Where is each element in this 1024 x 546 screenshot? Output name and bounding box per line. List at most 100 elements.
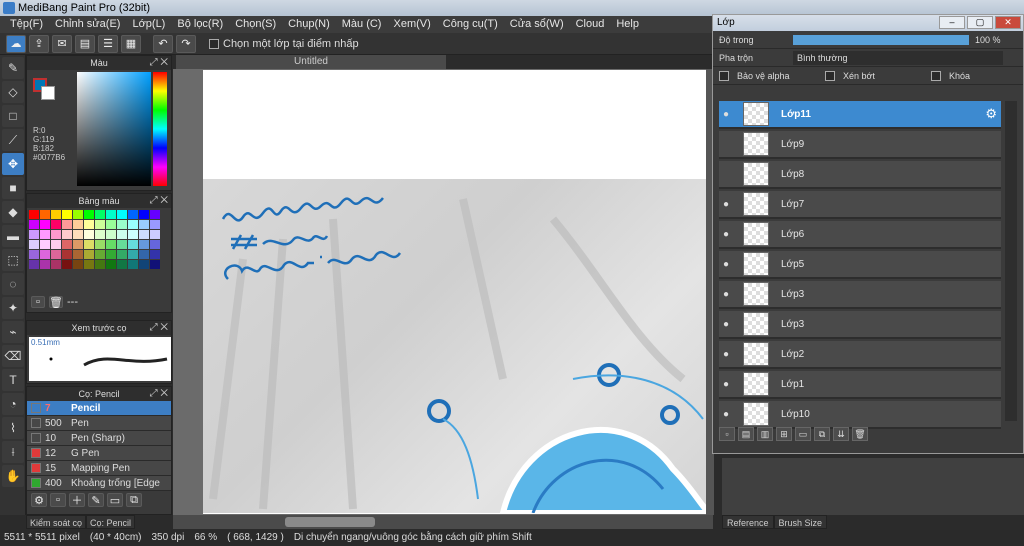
palette-swatch[interactable] [40,250,50,259]
palette-swatch[interactable] [139,210,149,219]
palette-swatch[interactable] [29,240,39,249]
palette-swatch[interactable] [139,220,149,229]
new-brush-icon[interactable]: ▫ [50,493,66,507]
hand-tool-icon[interactable]: ✋ [2,465,24,487]
palette-swatch[interactable] [139,260,149,269]
scrollbar-thumb[interactable] [285,517,375,527]
panel-close-icon[interactable]: ⤢ ✕ [150,56,168,70]
layer-visibility-icon[interactable]: ● [719,289,733,300]
panel-close-icon[interactable]: ⤢ ✕ [150,387,168,401]
palette-swatch[interactable] [95,210,105,219]
note-icon[interactable]: ▤ [75,34,95,53]
copy-icon[interactable]: ⧉ [126,493,142,507]
brush-item[interactable]: 10 Pen (Sharp) [27,431,171,446]
palette-swatch[interactable] [40,230,50,239]
palette-swatch[interactable] [84,250,94,259]
palette-swatch[interactable] [106,230,116,239]
brush-item[interactable]: 400 Khoảng trống [Edge [27,476,171,491]
tab-brush-size[interactable]: Brush Size [773,515,828,529]
select-eraser-tool-icon[interactable]: ⌫ [2,345,24,367]
dot-tool-icon[interactable]: ⟋ [2,129,24,151]
palette-swatch[interactable] [150,210,160,219]
layer-row[interactable]: ● Lớp3 [719,311,1001,339]
palette-swatch[interactable] [117,260,127,269]
palette-swatch[interactable] [128,260,138,269]
layer-list-scrollbar[interactable] [1005,101,1017,421]
clip-checkbox[interactable] [825,70,835,81]
layer-visibility-icon[interactable]: ● [719,379,733,390]
layer-row[interactable]: ● Lớp1 [719,371,1001,399]
menu-item-1[interactable]: Chỉnh sửa(E) [49,16,126,33]
delete-palette-icon[interactable]: 🗑 [49,296,63,309]
layer-visibility-icon[interactable]: ● [719,259,733,270]
layer-row[interactable]: ● Lớp3 [719,281,1001,309]
layer-visibility-icon[interactable]: ● [719,109,733,120]
cloud-icon[interactable]: ☁ [6,34,26,53]
menu-item-7[interactable]: Xem(V) [387,16,436,33]
lock-checkbox[interactable] [931,70,941,81]
palette-swatch[interactable] [84,210,94,219]
brush-tool-icon[interactable]: ✎ [2,57,24,79]
palette-swatch[interactable] [73,220,83,229]
palette-swatch[interactable] [51,250,61,259]
select-layer-checkbox[interactable] [209,38,219,49]
list-icon[interactable]: ☰ [98,34,118,53]
palette-swatch[interactable] [73,230,83,239]
palette-swatch[interactable] [117,210,127,219]
palette-swatch[interactable] [117,230,127,239]
fill-rect-tool-icon[interactable]: ■ [2,177,24,199]
grid-icon[interactable]: ▦ [121,34,141,53]
palette-swatch[interactable] [139,240,149,249]
palette-swatch[interactable] [84,260,94,269]
panel-close-icon[interactable]: ⤢ ✕ [150,194,168,208]
palette-swatch[interactable] [117,220,127,229]
add-brush-icon[interactable]: ＋ [69,493,85,507]
palette-swatch[interactable] [150,240,160,249]
palette-swatch[interactable] [139,250,149,259]
palette-swatch[interactable] [73,210,83,219]
panel-close-icon[interactable]: ⤢ ✕ [150,321,168,335]
brush-item[interactable]: 12 G Pen [27,446,171,461]
palette-swatch[interactable] [128,230,138,239]
palette-swatch[interactable] [117,250,127,259]
palette-swatch[interactable] [62,210,72,219]
brush-item[interactable]: 500 Pen [27,416,171,431]
palette-swatch[interactable] [106,240,116,249]
palette-swatch[interactable] [51,220,61,229]
move-tool-icon[interactable]: ✥ [2,153,24,175]
layer-settings-icon[interactable]: ⚙ [985,106,997,122]
palette-swatch[interactable] [73,250,83,259]
saturation-value-picker[interactable] [77,72,151,186]
menu-item-2[interactable]: Lớp(L) [126,16,171,33]
palette-swatch[interactable] [62,240,72,249]
background-color-swatch[interactable] [41,86,55,100]
eyedropper-tool-icon[interactable]: ⟊ [2,441,24,463]
layer-row[interactable]: ● Lớp5 [719,251,1001,279]
palette-swatch[interactable] [40,260,50,269]
undo-icon[interactable]: ↶ [153,34,173,53]
bucket-tool-icon[interactable]: ◆ [2,201,24,223]
menu-item-8[interactable]: Công cụ(T) [437,16,504,33]
eraser-tool-icon[interactable]: ◇ [2,81,24,103]
menu-item-6[interactable]: Màu (C) [336,16,388,33]
palette-swatch[interactable] [29,250,39,259]
palette-swatch[interactable] [95,240,105,249]
layer-row[interactable]: ● Lớp11 ⚙ [719,101,1001,129]
palette-swatch[interactable] [128,240,138,249]
tab-reference[interactable]: Reference [722,515,774,529]
palette-swatch[interactable] [106,250,116,259]
palette-swatch[interactable] [106,260,116,269]
palette-swatch[interactable] [51,230,61,239]
blend-mode-select[interactable]: Bình thường [793,50,1003,65]
minimize-icon[interactable]: – [939,16,965,29]
palette-swatch[interactable] [95,220,105,229]
layer-row[interactable]: ● Lớp6 [719,221,1001,249]
palette-swatch[interactable] [73,240,83,249]
layer-visibility-icon[interactable]: ● [719,349,733,360]
canvas-horizontal-scrollbar[interactable] [173,515,713,529]
menu-item-4[interactable]: Chọn(S) [229,16,282,33]
brush-edit-icon[interactable]: ✎ [88,493,104,507]
palette-swatch[interactable] [106,210,116,219]
brush-item[interactable]: 15 Mapping Pen [27,461,171,476]
palette-swatch[interactable] [95,230,105,239]
